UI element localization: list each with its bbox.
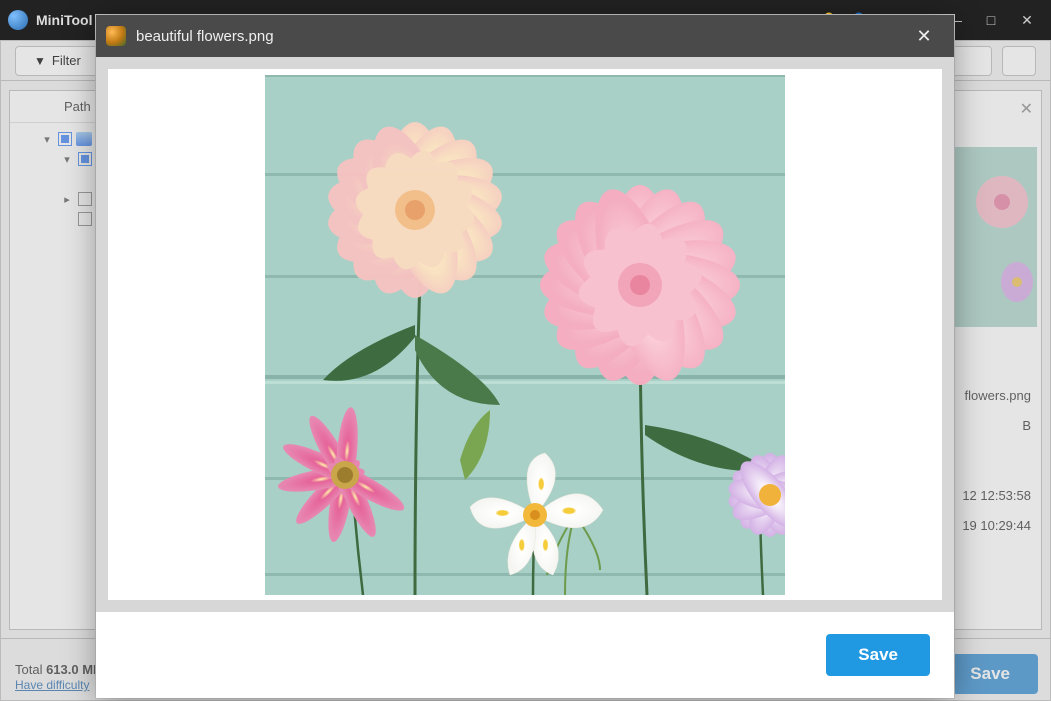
window-maximize-button[interactable]: □ xyxy=(975,6,1007,34)
tree-caret-icon[interactable]: ▾ xyxy=(40,133,54,146)
window-close-button[interactable]: ✕ xyxy=(1011,6,1043,34)
filter-button[interactable]: ▼ Filter xyxy=(15,46,100,76)
filter-button-label: Filter xyxy=(52,53,81,68)
tree-checkbox[interactable] xyxy=(78,212,92,226)
meta-name: flowers.png xyxy=(965,381,1031,411)
preview-image xyxy=(265,75,785,595)
preview-image-frame xyxy=(108,69,942,600)
tree-checkbox[interactable] xyxy=(78,192,92,206)
modal-titlebar: beautiful flowers.png ✕ xyxy=(96,15,954,57)
modal-save-button[interactable]: Save xyxy=(826,634,930,676)
meta-date2: 19 10:29:44 xyxy=(962,511,1031,541)
total-size: Total 613.0 MB xyxy=(15,662,102,677)
tree-checkbox[interactable] xyxy=(58,132,72,146)
filter-icon: ▼ xyxy=(34,54,46,68)
tree-checkbox[interactable] xyxy=(78,152,92,166)
modal-title: beautiful flowers.png xyxy=(136,28,904,45)
modal-footer: Save xyxy=(96,612,954,698)
modal-close-button[interactable]: ✕ xyxy=(904,21,944,51)
save-button-main[interactable]: Save xyxy=(942,654,1038,694)
meta-size: B xyxy=(1022,411,1031,441)
modal-file-icon xyxy=(106,26,126,46)
help-link[interactable]: Have difficulty xyxy=(15,678,89,692)
disk-icon xyxy=(76,132,92,146)
tree-caret-icon[interactable]: ▸ xyxy=(60,193,74,206)
tree-caret-icon[interactable]: ▾ xyxy=(60,153,74,166)
preview-panel-close-icon[interactable]: ✕ xyxy=(1020,99,1033,119)
toolbar-extra-button[interactable] xyxy=(1002,46,1036,76)
app-icon xyxy=(8,10,28,30)
image-preview-modal: beautiful flowers.png ✕ xyxy=(96,15,954,698)
meta-date1: 12 12:53:58 xyxy=(962,481,1031,511)
modal-body xyxy=(96,57,954,612)
app-title: MiniTool xyxy=(36,12,93,28)
